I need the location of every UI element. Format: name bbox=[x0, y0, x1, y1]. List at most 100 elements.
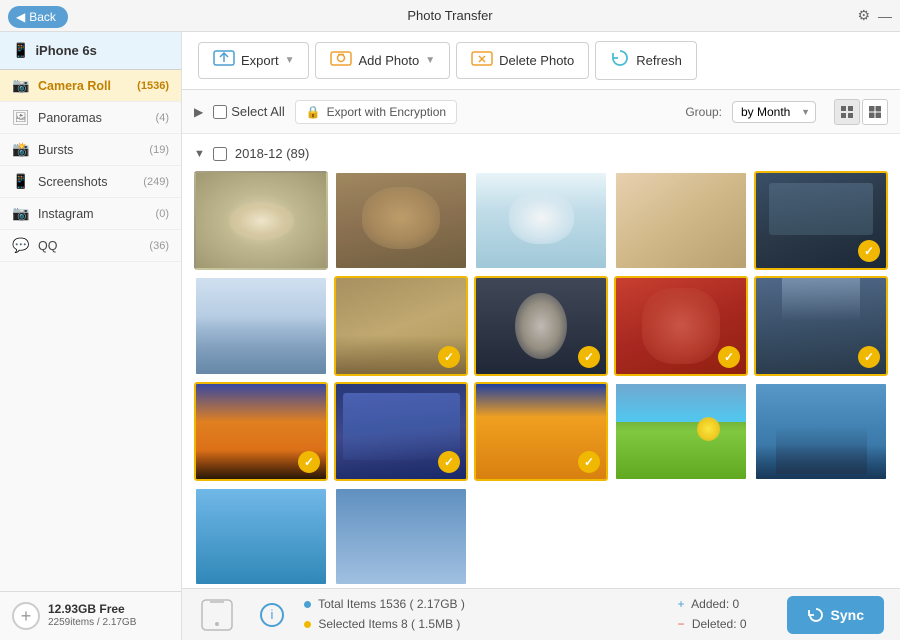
export-label: Export bbox=[241, 53, 279, 68]
group-collapse-icon[interactable]: ▼ bbox=[194, 148, 205, 160]
bursts-count: (19) bbox=[149, 144, 169, 156]
storage-gb: 12.93GB Free bbox=[48, 602, 136, 616]
refresh-icon bbox=[610, 48, 630, 73]
sidebar-item-qq[interactable]: 💬 QQ (36) bbox=[0, 230, 181, 262]
screenshots-icon: 📱 bbox=[12, 173, 32, 190]
photo-item[interactable]: ✓ bbox=[194, 382, 328, 481]
add-photo-icon bbox=[330, 49, 352, 72]
refresh-button[interactable]: Refresh bbox=[595, 41, 697, 80]
group-select-wrap: by Month by Day by Year ▼ bbox=[732, 101, 816, 123]
photo-check-icon: ✓ bbox=[718, 346, 740, 368]
photo-item[interactable] bbox=[194, 276, 328, 375]
photo-item[interactable]: ✓ bbox=[614, 276, 748, 375]
large-grid-view-button[interactable] bbox=[862, 99, 888, 125]
photos-grid: ✓ ✓ ✓ bbox=[194, 171, 888, 586]
status-bar: i Total Items 1536 ( 2.17GB ) Selected I… bbox=[182, 588, 900, 640]
screenshots-label: Screenshots bbox=[38, 175, 143, 189]
sidebar: 📱 iPhone 6s 📷 Camera Roll (1536) 🖼 Panor… bbox=[0, 32, 182, 640]
export-encryption-button[interactable]: 🔒 Export with Encryption bbox=[295, 100, 457, 124]
settings-button[interactable]: ⚙ bbox=[857, 7, 870, 24]
photo-item[interactable] bbox=[614, 382, 748, 481]
sync-button[interactable]: Sync bbox=[787, 596, 884, 634]
qq-icon: 💬 bbox=[12, 237, 32, 254]
export-button[interactable]: Export ▼ bbox=[198, 42, 309, 79]
sidebar-footer: + 12.93GB Free 2259items / 2.17GB bbox=[0, 591, 181, 640]
panoramas-count: (4) bbox=[156, 112, 169, 124]
photos-container[interactable]: ▼ 2018-12 (89) bbox=[182, 134, 900, 588]
photo-check-icon: ✓ bbox=[858, 346, 880, 368]
export-icon bbox=[213, 49, 235, 72]
instagram-icon: 📷 bbox=[12, 205, 32, 222]
device-header: 📱 iPhone 6s bbox=[0, 32, 181, 70]
photo-item[interactable] bbox=[614, 171, 748, 270]
select-all-checkbox[interactable] bbox=[213, 105, 227, 119]
photo-item[interactable] bbox=[194, 487, 328, 586]
sub-toolbar: ▶ Select All 🔒 Export with Encryption Gr… bbox=[182, 90, 900, 134]
photo-item[interactable]: ✓ bbox=[754, 171, 888, 270]
sidebar-item-panoramas[interactable]: 🖼 Panoramas (4) bbox=[0, 102, 181, 134]
sidebar-item-bursts[interactable]: 📸 Bursts (19) bbox=[0, 134, 181, 166]
photo-item[interactable] bbox=[474, 171, 608, 270]
device-name: iPhone 6s bbox=[35, 43, 96, 58]
lock-icon: 🔒 bbox=[306, 105, 321, 119]
camera-icon: 📷 bbox=[12, 77, 32, 94]
selected-dot bbox=[304, 621, 311, 628]
photo-check-icon: ✓ bbox=[578, 346, 600, 368]
group-label: Group: bbox=[685, 105, 722, 119]
photo-item[interactable] bbox=[194, 171, 328, 270]
delete-photo-button[interactable]: Delete Photo bbox=[456, 42, 589, 79]
sidebar-item-instagram[interactable]: 📷 Instagram (0) bbox=[0, 198, 181, 230]
sidebar-item-camera-roll[interactable]: 📷 Camera Roll (1536) bbox=[0, 70, 181, 102]
qq-count: (36) bbox=[149, 240, 169, 252]
deleted-icon: − bbox=[677, 617, 684, 631]
group-toggle-arrow[interactable]: ▶ bbox=[194, 105, 203, 119]
grid-view-button[interactable] bbox=[834, 99, 860, 125]
sidebar-item-screenshots[interactable]: 📱 Screenshots (249) bbox=[0, 166, 181, 198]
added-icon: + bbox=[677, 597, 684, 611]
status-device-icon bbox=[198, 596, 236, 634]
panorama-icon: 🖼 bbox=[12, 109, 32, 126]
photo-item[interactable] bbox=[754, 382, 888, 481]
back-icon: ◀ bbox=[16, 10, 25, 24]
added-label: Added: 0 bbox=[691, 597, 739, 611]
bursts-label: Bursts bbox=[38, 143, 149, 157]
group-select-checkbox[interactable] bbox=[213, 147, 227, 161]
photo-item[interactable]: ✓ bbox=[474, 276, 608, 375]
app-body: 📱 iPhone 6s 📷 Camera Roll (1536) 🖼 Panor… bbox=[0, 32, 900, 640]
delete-photo-label: Delete Photo bbox=[499, 53, 574, 68]
encryption-label: Export with Encryption bbox=[327, 105, 446, 119]
select-all-wrap[interactable]: Select All bbox=[213, 104, 284, 119]
minimize-button[interactable]: — bbox=[878, 8, 892, 24]
phone-icon: 📱 bbox=[12, 42, 29, 59]
add-album-button[interactable]: + bbox=[12, 602, 40, 630]
instagram-label: Instagram bbox=[38, 207, 156, 221]
sidebar-nav: 📷 Camera Roll (1536) 🖼 Panoramas (4) 📸 B… bbox=[0, 70, 181, 591]
status-stats: Total Items 1536 ( 2.17GB ) Selected Ite… bbox=[304, 595, 465, 633]
photo-item[interactable]: ✓ bbox=[334, 276, 468, 375]
add-photo-dropdown-icon: ▼ bbox=[425, 55, 435, 66]
status-change-info: + Added: 0 − Deleted: 0 bbox=[677, 595, 746, 633]
qq-label: QQ bbox=[38, 239, 149, 253]
add-photo-button[interactable]: Add Photo ▼ bbox=[315, 42, 450, 79]
app-title: Photo Transfer bbox=[407, 8, 492, 23]
photo-item[interactable]: ✓ bbox=[474, 382, 608, 481]
camera-roll-count: (1536) bbox=[137, 80, 169, 92]
info-icon: i bbox=[260, 603, 284, 627]
content-area: Export ▼ Add Photo ▼ bbox=[182, 32, 900, 640]
photo-item[interactable] bbox=[334, 487, 468, 586]
storage-info: 12.93GB Free 2259items / 2.17GB bbox=[48, 602, 136, 630]
group-select[interactable]: by Month by Day by Year bbox=[732, 101, 816, 123]
sync-label: Sync bbox=[831, 607, 864, 623]
panoramas-label: Panoramas bbox=[38, 111, 156, 125]
window-controls: ⚙ — bbox=[857, 7, 892, 24]
deleted-label: Deleted: 0 bbox=[692, 617, 747, 631]
select-all-label: Select All bbox=[231, 104, 284, 119]
title-bar: ◀ Back Photo Transfer ⚙ — bbox=[0, 0, 900, 32]
back-button[interactable]: ◀ Back bbox=[8, 6, 68, 28]
add-photo-label: Add Photo bbox=[358, 53, 419, 68]
refresh-label: Refresh bbox=[636, 53, 682, 68]
photo-item[interactable] bbox=[334, 171, 468, 270]
photo-item[interactable]: ✓ bbox=[334, 382, 468, 481]
group-title: 2018-12 (89) bbox=[235, 146, 309, 161]
photo-item[interactable]: ✓ bbox=[754, 276, 888, 375]
